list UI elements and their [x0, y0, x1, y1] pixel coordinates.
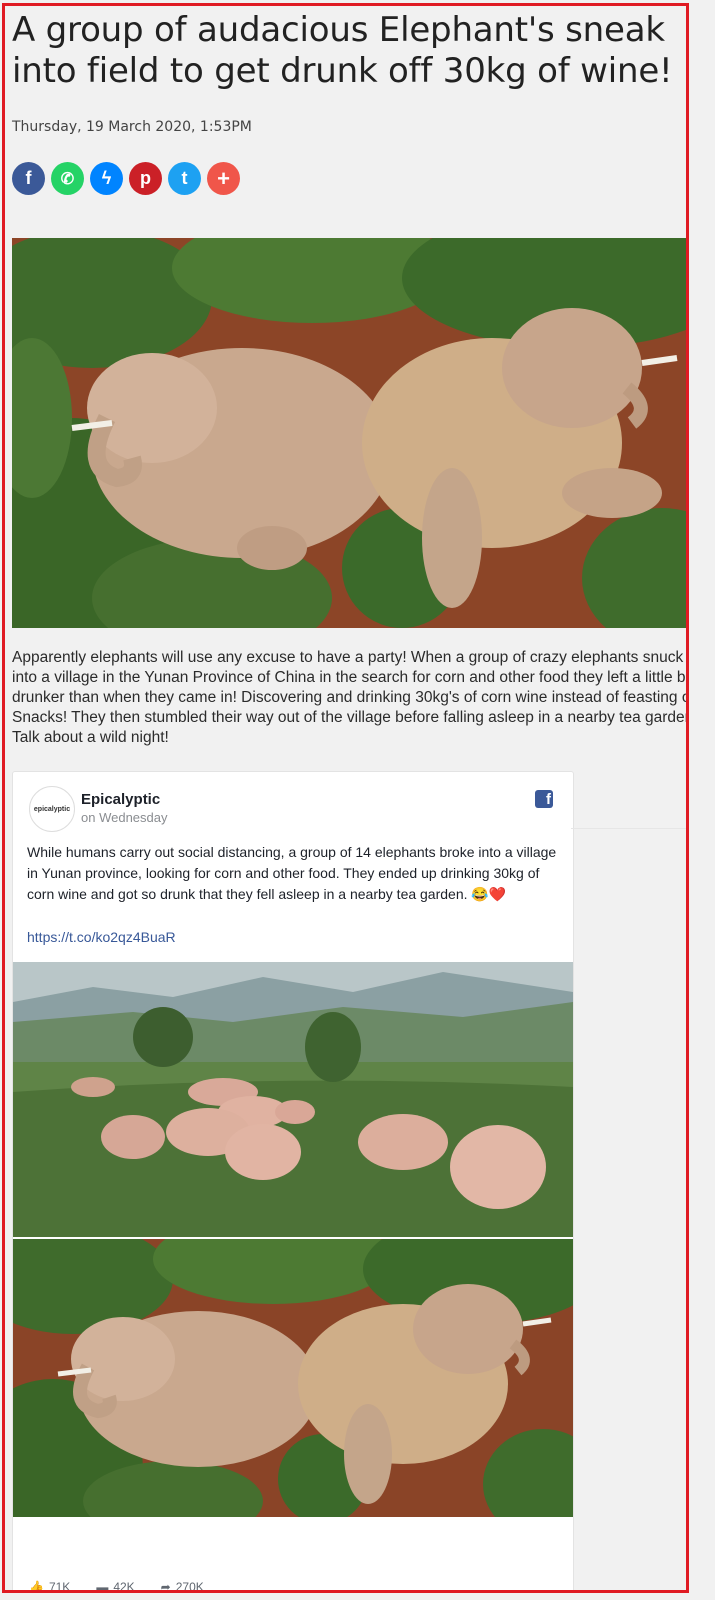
comment-count[interactable]: ▬ 42K [96, 1580, 134, 1590]
share-whatsapp-button[interactable]: ✆ [51, 162, 84, 195]
share-bar: f ✆ ϟ p t + [12, 162, 240, 195]
share-facebook-button[interactable]: f [12, 162, 45, 195]
share-messenger-button[interactable]: ϟ [90, 162, 123, 195]
more-icon: + [217, 165, 230, 191]
facebook-logo-icon[interactable]: f [535, 790, 553, 808]
comment-icon: ▬ [96, 1580, 109, 1590]
divider [571, 828, 686, 829]
article-date: Thursday, 19 March 2020, 1:53PM [12, 119, 252, 135]
post-timestamp[interactable]: on Wednesday [81, 810, 168, 825]
thumbs-up-icon: 👍 [29, 1580, 44, 1590]
facebook-icon: f [25, 168, 32, 188]
share-arrow-icon: ➦ [160, 1580, 171, 1590]
share-more-button[interactable]: + [207, 162, 240, 195]
article-body: Apparently elephants will use any excuse… [12, 649, 686, 746]
post-photo-herd[interactable] [13, 962, 573, 1237]
twitter-icon: t [181, 168, 188, 188]
like-count[interactable]: 👍 71K [29, 1580, 70, 1590]
article-title: A group of audacious Elephant's sneak in… [12, 10, 673, 91]
share-pinterest-button[interactable]: p [129, 162, 162, 195]
article-page: A group of audacious Elephant's sneak in… [5, 6, 686, 1590]
messenger-icon: ϟ [101, 168, 112, 188]
hero-photo [12, 238, 686, 628]
post-text: While humans carry out social distancing… [27, 844, 557, 902]
post-link[interactable]: https://t.co/ko2qz4BuaR [27, 929, 176, 945]
reaction-bar: 👍 71K ▬ 42K ➦ 270K [29, 1580, 204, 1590]
post-author[interactable]: Epicalyptic [81, 791, 160, 808]
avatar[interactable]: epicalyptic [29, 786, 75, 832]
share-count[interactable]: ➦ 270K [161, 1580, 204, 1590]
post-photo-sleeping[interactable] [13, 1239, 573, 1517]
facebook-embed-card[interactable]: epicalyptic Epicalyptic on Wednesday f W… [12, 771, 574, 1590]
whatsapp-icon: ✆ [60, 170, 75, 188]
share-twitter-button[interactable]: t [168, 162, 201, 195]
pinterest-icon: p [140, 168, 151, 188]
